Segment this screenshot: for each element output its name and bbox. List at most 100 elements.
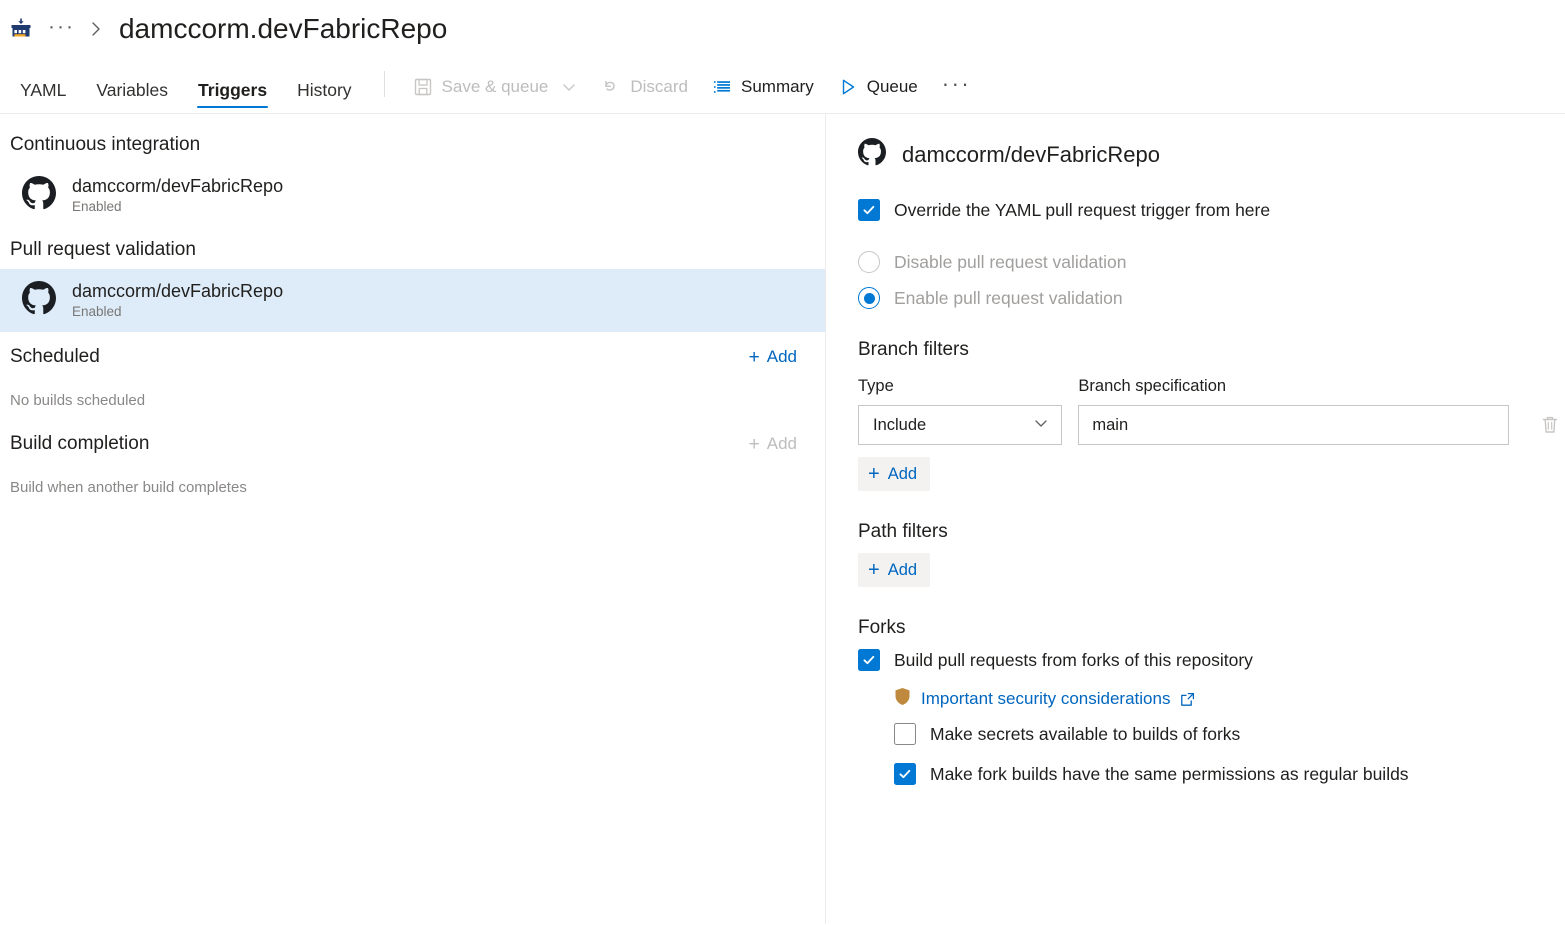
branch-filters-row: Type Include Branch specification [858,377,1565,445]
save-and-queue-label: Save & queue [442,77,549,97]
toolbar-divider [384,71,385,97]
build-completion-empty-text: Build when another build completes [0,465,825,506]
add-path-filter-button[interactable]: + Add [858,553,930,587]
queue-label: Queue [867,77,918,97]
make-secrets-available-label: Make secrets available to builds of fork… [930,724,1240,745]
override-yaml-trigger-checkbox[interactable] [858,199,880,221]
branch-specification-input[interactable] [1078,405,1509,445]
breadcrumb: ··· damccorm.devFabricRepo [0,0,1565,58]
section-build-completion-header: Build completion + Add [0,419,825,465]
github-icon [22,176,56,215]
plus-icon: + [868,560,880,580]
disable-pr-validation-radio[interactable] [858,251,880,273]
disable-pr-validation-label: Disable pull request validation [894,252,1127,273]
fork-build-permissions-checkbox[interactable] [894,763,916,785]
github-icon [858,138,886,171]
trigger-info: damccorm/devFabricRepo Enabled [72,176,283,214]
section-pull-request-validation-header: Pull request validation [0,227,825,269]
forks-title: Forks [858,617,1565,639]
page-title: damccorm.devFabricRepo [119,13,447,45]
branch-filters-title: Branch filters [858,339,1565,361]
make-secrets-available-row[interactable]: Make secrets available to builds of fork… [894,723,1565,745]
more-commands-button[interactable]: ··· [930,73,983,101]
security-considerations-label: Important security considerations [921,689,1170,709]
branch-filter-type-label: Type [858,377,1062,396]
tab-history[interactable]: History [285,82,363,114]
forks-options: Build pull requests from forks of this r… [858,649,1565,785]
section-title: Build completion [10,433,149,455]
override-yaml-trigger-row[interactable]: Override the YAML pull request trigger f… [858,199,1565,221]
save-and-queue-button[interactable]: Save & queue [401,73,590,101]
chevron-right-icon [89,20,103,38]
discard-label: Discard [630,77,688,97]
play-icon [838,77,858,97]
tab-variables[interactable]: Variables [84,82,180,114]
breadcrumb-overflow[interactable]: ··· [44,16,79,37]
enable-pr-validation-row[interactable]: Enable pull request validation [858,287,1565,309]
override-yaml-trigger-label: Override the YAML pull request trigger f… [894,200,1270,221]
security-considerations-link[interactable]: Important security considerations [894,687,1195,711]
build-from-forks-checkbox[interactable] [858,649,880,671]
branch-filter-spec-column: Branch specification [1078,377,1509,445]
section-title: Continuous integration [10,134,200,156]
build-from-forks-row[interactable]: Build pull requests from forks of this r… [858,649,1565,671]
queue-button[interactable]: Queue [826,73,930,101]
make-secrets-available-checkbox[interactable] [894,723,916,745]
toolbar: YAML Variables Triggers History Save & q… [0,58,1565,114]
tab-yaml[interactable]: YAML [8,82,78,114]
trigger-status: Enabled [72,199,283,215]
section-title: Scheduled [10,346,100,368]
discard-button[interactable]: Discard [589,73,700,101]
triggers-list-pane: Continuous integration damccorm/devFabri… [0,114,826,924]
trigger-repo-name: damccorm/devFabricRepo [72,281,283,302]
trigger-repo-name: damccorm/devFabricRepo [72,176,283,197]
add-scheduled-trigger-button[interactable]: + Add [743,344,803,370]
command-bar: Save & queue Discard [401,73,984,113]
details-header: damccorm/devFabricRepo [858,138,1565,171]
section-title: Pull request validation [10,239,196,261]
content-area: Continuous integration damccorm/devFabri… [0,114,1565,924]
section-scheduled-header: Scheduled + Add [0,332,825,378]
azure-pipelines-build-icon[interactable] [8,16,34,42]
summary-button[interactable]: Summary [700,73,826,101]
enable-pr-validation-label: Enable pull request validation [894,288,1123,309]
plus-icon: + [749,435,760,454]
add-build-completion-trigger-button[interactable]: + Add [743,431,803,457]
external-link-icon [1180,692,1195,707]
tab-list: YAML Variables Triggers History [8,58,370,113]
chevron-down-icon [1032,414,1050,437]
details-repo-title: damccorm/devFabricRepo [902,142,1160,168]
enable-pr-validation-radio[interactable] [858,287,880,309]
fork-build-permissions-row[interactable]: Make fork builds have the same permissio… [894,763,1565,785]
plus-icon: + [868,464,880,484]
add-label: Add [767,347,797,367]
fork-build-permissions-label: Make fork builds have the same permissio… [930,764,1409,785]
path-filters-title: Path filters [858,521,1565,543]
trigger-info: damccorm/devFabricRepo Enabled [72,281,283,319]
plus-icon: + [749,348,760,367]
scheduled-empty-text: No builds scheduled [0,378,825,419]
branch-filter-type-select[interactable]: Include [858,405,1062,445]
security-considerations-row: Important security considerations [894,681,1565,723]
trigger-row-pull-request-validation[interactable]: damccorm/devFabricRepo Enabled [0,269,825,332]
shield-icon [894,687,911,711]
add-label: Add [767,434,797,454]
add-path-filter-label: Add [888,561,917,580]
section-continuous-integration-header: Continuous integration [0,122,825,164]
summary-label: Summary [741,77,814,97]
disable-pr-validation-row[interactable]: Disable pull request validation [858,251,1565,273]
undo-icon [601,77,621,97]
github-icon [22,281,56,320]
save-icon [413,77,433,97]
add-branch-filter-button[interactable]: + Add [858,457,930,491]
trigger-row-continuous-integration[interactable]: damccorm/devFabricRepo Enabled [0,164,825,227]
add-branch-filter-label: Add [888,465,917,484]
delete-branch-filter-button[interactable] [1535,405,1565,445]
branch-filter-type-column: Type Include [858,377,1062,445]
chevron-down-icon[interactable] [561,79,577,95]
branch-filter-type-value: Include [873,416,926,435]
trigger-status: Enabled [72,304,283,320]
tab-triggers[interactable]: Triggers [186,82,279,114]
summary-list-icon [712,77,732,97]
trigger-details-pane: damccorm/devFabricRepo Override the YAML… [826,114,1565,924]
